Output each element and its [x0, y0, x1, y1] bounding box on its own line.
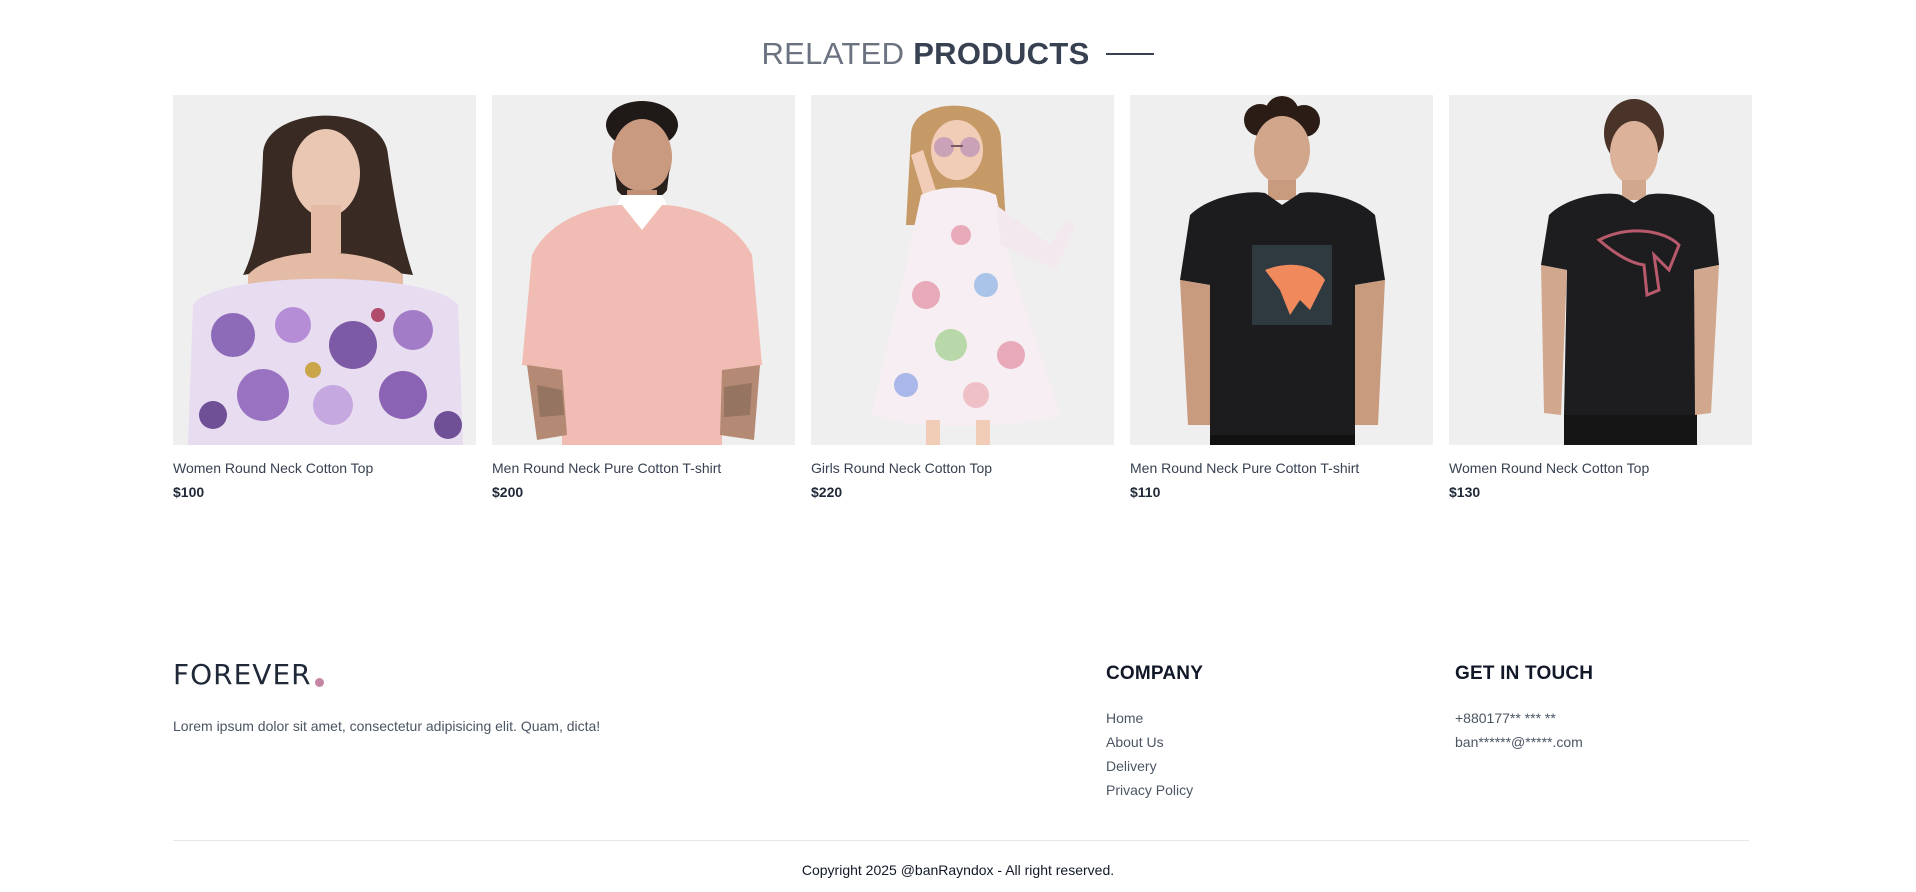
- product-image[interactable]: [1449, 95, 1752, 445]
- company-links: Home About Us Delivery Privacy Policy: [1106, 706, 1193, 802]
- title-bold-text: PRODUCTS: [913, 36, 1090, 71]
- product-card[interactable]: Women Round Neck Cotton Top $130: [1449, 95, 1752, 501]
- footer-divider: [173, 840, 1749, 841]
- product-price: $100: [173, 484, 205, 500]
- get-in-touch-heading: GET IN TOUCH: [1455, 663, 1594, 684]
- product-image[interactable]: [173, 95, 476, 445]
- product-name[interactable]: Men Round Neck Pure Cotton T-shirt: [1130, 459, 1433, 477]
- product-price: $220: [811, 484, 843, 500]
- contact-email: ban******@*****.com: [1455, 734, 1583, 750]
- logo-text: FOREVER: [173, 658, 312, 691]
- product-image[interactable]: [492, 95, 795, 445]
- related-products-grid: Women Round Neck Cotton Top $100 Men Rou…: [173, 95, 1752, 501]
- footer-logo[interactable]: FOREVER: [173, 660, 324, 690]
- copyright-text: Copyright 2025 @banRayndox - All right r…: [801, 862, 1115, 878]
- footer-link-privacy-policy[interactable]: Privacy Policy: [1106, 778, 1193, 802]
- product-name[interactable]: Women Round Neck Cotton Top: [1449, 459, 1752, 477]
- product-image[interactable]: [811, 95, 1114, 445]
- footer-description: Lorem ipsum dolor sit amet, consectetur …: [173, 718, 601, 734]
- product-card[interactable]: Girls Round Neck Cotton Top $220: [811, 95, 1114, 501]
- product-card[interactable]: Men Round Neck Pure Cotton T-shirt $110: [1130, 95, 1433, 501]
- product-price: $110: [1130, 484, 1161, 500]
- title-light-text: RELATED: [761, 36, 905, 71]
- product-price: $200: [492, 484, 524, 500]
- product-name[interactable]: Women Round Neck Cotton Top: [173, 459, 476, 477]
- title-rule: [1106, 52, 1155, 55]
- product-card[interactable]: Men Round Neck Pure Cotton T-shirt $200: [492, 95, 795, 501]
- footer-link-home[interactable]: Home: [1106, 706, 1193, 730]
- product-name[interactable]: Girls Round Neck Cotton Top: [811, 459, 1114, 477]
- contact-list: +880177** *** ** ban******@*****.com: [1455, 706, 1583, 754]
- product-image[interactable]: [1130, 95, 1433, 445]
- related-products-title: RELATED PRODUCTS: [0, 36, 1916, 72]
- footer-link-about-us[interactable]: About Us: [1106, 730, 1193, 754]
- product-name[interactable]: Men Round Neck Pure Cotton T-shirt: [492, 459, 795, 477]
- contact-phone: +880177** *** **: [1455, 710, 1556, 726]
- company-heading: COMPANY: [1106, 663, 1204, 684]
- footer-link-delivery[interactable]: Delivery: [1106, 754, 1193, 778]
- logo-dot: [314, 678, 324, 687]
- product-price: $130: [1449, 484, 1481, 500]
- product-card[interactable]: Women Round Neck Cotton Top $100: [173, 95, 476, 501]
- page: RELATED PRODUCTS Women Round Neck Cotton…: [0, 0, 1916, 892]
